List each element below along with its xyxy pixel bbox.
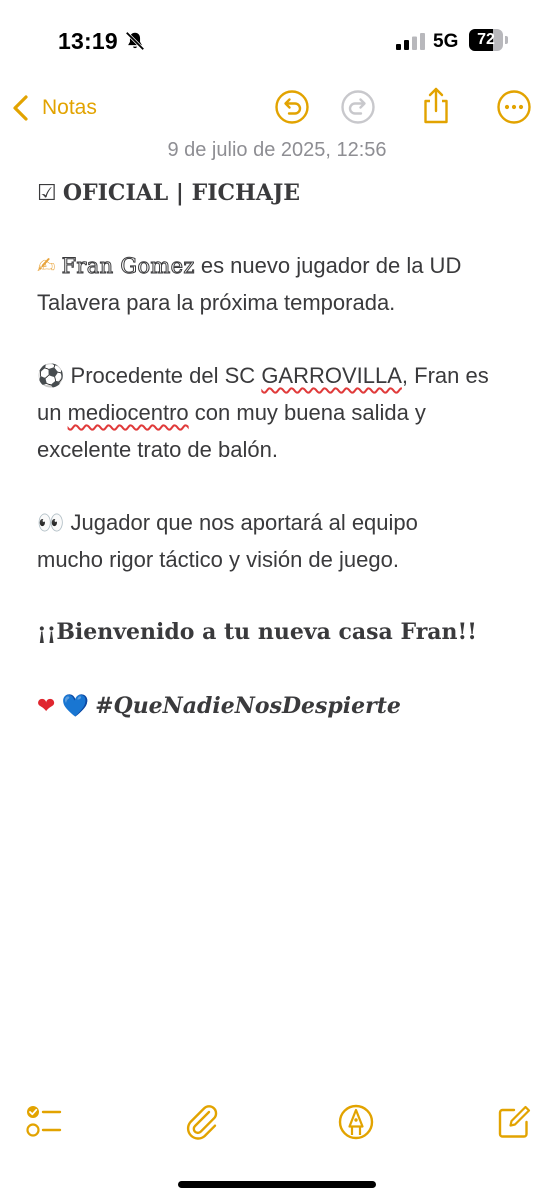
pen-tip-icon[interactable] (336, 1102, 376, 1142)
chevron-left-icon (13, 95, 28, 121)
status-time: 13:19 (58, 28, 118, 54)
compose-icon[interactable] (494, 1102, 534, 1142)
note-paragraph-3: 👀 Jugador que nos aportará al equipo (37, 504, 537, 541)
bottom-toolbar (0, 1100, 554, 1150)
redo-icon[interactable] (340, 89, 376, 125)
status-bar: 13:19 5G 72 (0, 0, 554, 80)
undo-icon[interactable] (274, 89, 310, 125)
paragraph-2-line-2-end: con muy buena salida y (188, 400, 426, 425)
blue-heart-emoji: 💙 (61, 694, 89, 719)
network-type: 5G (433, 31, 459, 52)
note-date: 9 de julio de 2025, 12:56 (167, 139, 387, 161)
paragraph-3-line-2: mucho rigor táctico y visión de juego. (37, 547, 399, 572)
paragraph-2-line-3: excelente trato de balón. (37, 437, 278, 462)
paragraph-2-line-2: un mediocentro con muy buena salida y (37, 394, 537, 431)
player-name: Fran Gomez (61, 254, 195, 279)
battery-indicator: 72 (469, 29, 509, 51)
red-heart-emoji: ❤ (37, 694, 56, 719)
club-name: GARROVILLA (261, 363, 402, 388)
checklist-icon[interactable] (24, 1102, 64, 1142)
bell-slash-icon (125, 31, 145, 51)
paragraph-1-line-2: Talavera para la próxima temporada. (37, 290, 396, 315)
paragraph-2-text-end: , Fran es (401, 363, 489, 388)
back-label: Notas (42, 96, 97, 119)
eyes-emoji: 👀 (37, 511, 65, 536)
back-button[interactable]: Notas (10, 88, 97, 128)
paragraph-1-text: es nuevo jugador de la UD (194, 253, 462, 278)
checkbox-emoji: ☑ (37, 181, 57, 206)
paperclip-icon[interactable] (182, 1102, 222, 1142)
note-paragraph-1: ✍ Fran Gomez es nuevo jugador de la UD (37, 247, 537, 284)
home-indicator (178, 1181, 376, 1188)
paragraph-2-text: Procedente del SC (64, 363, 262, 388)
soccer-ball-emoji: ⚽ (37, 364, 65, 389)
battery-percent: 72 (477, 31, 495, 48)
more-icon[interactable] (496, 89, 532, 125)
position-word: mediocentro (67, 400, 189, 425)
note-body[interactable]: ☑ OFICIAL | FICHAJE ✍ Fran Gomez es nuev… (37, 174, 537, 724)
hashtag: #QueNadieNosDespierte (95, 693, 401, 719)
note-heading-line: ☑ OFICIAL | FICHAJE (37, 174, 537, 211)
navigation-bar: Notas (0, 80, 554, 136)
share-icon[interactable] (418, 86, 454, 126)
signal-bars-icon (396, 33, 425, 50)
paragraph-3-text: Jugador que nos aportará al equipo (64, 510, 418, 535)
welcome-line: ¡¡Bienvenido a tu nueva casa Fran!! (37, 619, 477, 645)
paragraph-2-line-2-start: un (37, 400, 68, 425)
notes-screen: 13:19 5G 72 Notas 9 de julio de 2025, 12… (0, 0, 554, 1200)
hashtag-line: ❤ 💙 #QueNadieNosDespierte (37, 687, 537, 724)
note-paragraph-2: ⚽ Procedente del SC GARROVILLA, Fran es (37, 357, 537, 394)
writing-hand-emoji: ✍ (37, 254, 56, 279)
note-heading: OFICIAL | FICHAJE (62, 180, 301, 206)
